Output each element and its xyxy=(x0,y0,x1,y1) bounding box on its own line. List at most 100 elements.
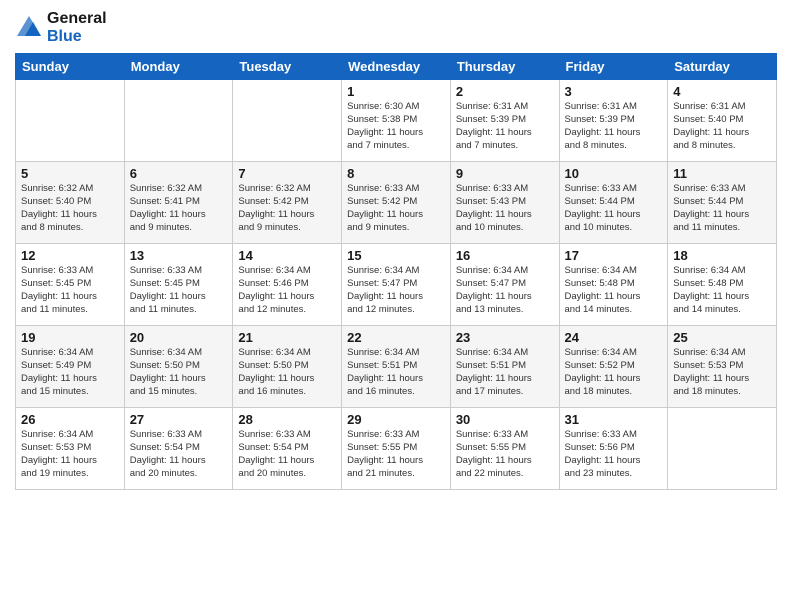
day-info: Sunrise: 6:32 AM Sunset: 5:41 PM Dayligh… xyxy=(130,183,228,234)
day-info: Sunrise: 6:33 AM Sunset: 5:55 PM Dayligh… xyxy=(456,429,554,480)
day-number: 9 xyxy=(456,166,554,181)
day-info: Sunrise: 6:34 AM Sunset: 5:50 PM Dayligh… xyxy=(130,347,228,398)
calendar-cell: 20 Sunrise: 6:34 AM Sunset: 5:50 PM Dayli… xyxy=(124,326,233,408)
calendar-cell: 13 Sunrise: 6:33 AM Sunset: 5:45 PM Dayli… xyxy=(124,244,233,326)
day-number: 17 xyxy=(565,248,663,263)
weekday-header-row: SundayMondayTuesdayWednesdayThursdayFrid… xyxy=(16,54,777,80)
day-info: Sunrise: 6:34 AM Sunset: 5:48 PM Dayligh… xyxy=(565,265,663,316)
calendar-cell xyxy=(16,80,125,162)
weekday-header: Sunday xyxy=(16,54,125,80)
calendar-cell: 4 Sunrise: 6:31 AM Sunset: 5:40 PM Daylig… xyxy=(668,80,777,162)
day-info: Sunrise: 6:34 AM Sunset: 5:47 PM Dayligh… xyxy=(456,265,554,316)
logo: General Blue xyxy=(15,10,107,45)
weekday-header: Monday xyxy=(124,54,233,80)
day-info: Sunrise: 6:34 AM Sunset: 5:49 PM Dayligh… xyxy=(21,347,119,398)
calendar-cell: 11 Sunrise: 6:33 AM Sunset: 5:44 PM Dayli… xyxy=(668,162,777,244)
day-info: Sunrise: 6:32 AM Sunset: 5:40 PM Dayligh… xyxy=(21,183,119,234)
calendar-cell: 18 Sunrise: 6:34 AM Sunset: 5:48 PM Dayli… xyxy=(668,244,777,326)
day-info: Sunrise: 6:34 AM Sunset: 5:51 PM Dayligh… xyxy=(347,347,445,398)
day-number: 2 xyxy=(456,84,554,99)
logo-icon xyxy=(15,14,43,42)
day-number: 23 xyxy=(456,330,554,345)
day-info: Sunrise: 6:31 AM Sunset: 5:39 PM Dayligh… xyxy=(565,101,663,152)
day-number: 27 xyxy=(130,412,228,427)
weekday-header: Friday xyxy=(559,54,668,80)
logo-text: General Blue xyxy=(47,10,107,45)
calendar-cell: 22 Sunrise: 6:34 AM Sunset: 5:51 PM Dayli… xyxy=(342,326,451,408)
calendar-cell: 24 Sunrise: 6:34 AM Sunset: 5:52 PM Dayli… xyxy=(559,326,668,408)
day-number: 20 xyxy=(130,330,228,345)
calendar-cell: 30Sunrise: 6:33 AM Sunset: 5:55 PM Dayli… xyxy=(450,408,559,490)
day-number: 14 xyxy=(238,248,336,263)
day-info: Sunrise: 6:34 AM Sunset: 5:52 PM Dayligh… xyxy=(565,347,663,398)
day-info: Sunrise: 6:33 AM Sunset: 5:45 PM Dayligh… xyxy=(130,265,228,316)
day-info: Sunrise: 6:34 AM Sunset: 5:46 PM Dayligh… xyxy=(238,265,336,316)
day-info: Sunrise: 6:33 AM Sunset: 5:56 PM Dayligh… xyxy=(565,429,663,480)
calendar-cell: 3 Sunrise: 6:31 AM Sunset: 5:39 PM Daylig… xyxy=(559,80,668,162)
day-info: Sunrise: 6:33 AM Sunset: 5:45 PM Dayligh… xyxy=(21,265,119,316)
day-number: 8 xyxy=(347,166,445,181)
calendar-cell: 14 Sunrise: 6:34 AM Sunset: 5:46 PM Dayli… xyxy=(233,244,342,326)
day-number: 5 xyxy=(21,166,119,181)
day-info: Sunrise: 6:33 AM Sunset: 5:54 PM Dayligh… xyxy=(130,429,228,480)
calendar-week-row: 1Sunrise: 6:30 AM Sunset: 5:38 PM Daylig… xyxy=(16,80,777,162)
calendar-week-row: 12 Sunrise: 6:33 AM Sunset: 5:45 PM Dayli… xyxy=(16,244,777,326)
day-number: 26 xyxy=(21,412,119,427)
calendar-cell: 19 Sunrise: 6:34 AM Sunset: 5:49 PM Dayli… xyxy=(16,326,125,408)
calendar-cell: 31 Sunrise: 6:33 AM Sunset: 5:56 PM Dayli… xyxy=(559,408,668,490)
day-info: Sunrise: 6:34 AM Sunset: 5:53 PM Dayligh… xyxy=(21,429,119,480)
day-number: 4 xyxy=(673,84,771,99)
day-number: 3 xyxy=(565,84,663,99)
day-info: Sunrise: 6:34 AM Sunset: 5:51 PM Dayligh… xyxy=(456,347,554,398)
day-info: Sunrise: 6:31 AM Sunset: 5:39 PM Dayligh… xyxy=(456,101,554,152)
day-number: 28 xyxy=(238,412,336,427)
day-info: Sunrise: 6:34 AM Sunset: 5:47 PM Dayligh… xyxy=(347,265,445,316)
day-number: 24 xyxy=(565,330,663,345)
day-info: Sunrise: 6:33 AM Sunset: 5:55 PM Dayligh… xyxy=(347,429,445,480)
calendar-table: SundayMondayTuesdayWednesdayThursdayFrid… xyxy=(15,53,777,490)
calendar-cell: 16 Sunrise: 6:34 AM Sunset: 5:47 PM Dayli… xyxy=(450,244,559,326)
day-info: Sunrise: 6:33 AM Sunset: 5:54 PM Dayligh… xyxy=(238,429,336,480)
calendar-cell: 17 Sunrise: 6:34 AM Sunset: 5:48 PM Dayli… xyxy=(559,244,668,326)
day-info: Sunrise: 6:33 AM Sunset: 5:44 PM Dayligh… xyxy=(673,183,771,234)
calendar-cell: 7Sunrise: 6:32 AM Sunset: 5:42 PM Daylig… xyxy=(233,162,342,244)
day-number: 16 xyxy=(456,248,554,263)
calendar-week-row: 19 Sunrise: 6:34 AM Sunset: 5:49 PM Dayli… xyxy=(16,326,777,408)
calendar-cell: 2 Sunrise: 6:31 AM Sunset: 5:39 PM Daylig… xyxy=(450,80,559,162)
header: General Blue xyxy=(15,10,777,45)
day-info: Sunrise: 6:33 AM Sunset: 5:42 PM Dayligh… xyxy=(347,183,445,234)
day-number: 11 xyxy=(673,166,771,181)
day-number: 22 xyxy=(347,330,445,345)
day-number: 12 xyxy=(21,248,119,263)
calendar-cell: 6 Sunrise: 6:32 AM Sunset: 5:41 PM Daylig… xyxy=(124,162,233,244)
day-info: Sunrise: 6:34 AM Sunset: 5:48 PM Dayligh… xyxy=(673,265,771,316)
weekday-header: Thursday xyxy=(450,54,559,80)
day-number: 31 xyxy=(565,412,663,427)
day-info: Sunrise: 6:34 AM Sunset: 5:53 PM Dayligh… xyxy=(673,347,771,398)
calendar-cell: 21Sunrise: 6:34 AM Sunset: 5:50 PM Dayli… xyxy=(233,326,342,408)
calendar-cell xyxy=(124,80,233,162)
day-number: 1 xyxy=(347,84,445,99)
calendar-cell: 26 Sunrise: 6:34 AM Sunset: 5:53 PM Dayli… xyxy=(16,408,125,490)
day-number: 25 xyxy=(673,330,771,345)
day-number: 29 xyxy=(347,412,445,427)
day-number: 13 xyxy=(130,248,228,263)
calendar-cell: 9Sunrise: 6:33 AM Sunset: 5:43 PM Daylig… xyxy=(450,162,559,244)
calendar-cell: 15 Sunrise: 6:34 AM Sunset: 5:47 PM Dayli… xyxy=(342,244,451,326)
day-number: 15 xyxy=(347,248,445,263)
calendar-cell: 23 Sunrise: 6:34 AM Sunset: 5:51 PM Dayli… xyxy=(450,326,559,408)
day-number: 18 xyxy=(673,248,771,263)
day-info: Sunrise: 6:31 AM Sunset: 5:40 PM Dayligh… xyxy=(673,101,771,152)
calendar-cell xyxy=(233,80,342,162)
day-number: 7 xyxy=(238,166,336,181)
page: General Blue SundayMondayTuesdayWednesda… xyxy=(0,0,792,612)
calendar-week-row: 26 Sunrise: 6:34 AM Sunset: 5:53 PM Dayli… xyxy=(16,408,777,490)
day-number: 10 xyxy=(565,166,663,181)
calendar-cell: 12 Sunrise: 6:33 AM Sunset: 5:45 PM Dayli… xyxy=(16,244,125,326)
day-number: 6 xyxy=(130,166,228,181)
day-number: 21 xyxy=(238,330,336,345)
weekday-header: Wednesday xyxy=(342,54,451,80)
day-number: 19 xyxy=(21,330,119,345)
calendar-cell: 25 Sunrise: 6:34 AM Sunset: 5:53 PM Dayli… xyxy=(668,326,777,408)
calendar-cell: 28 Sunrise: 6:33 AM Sunset: 5:54 PM Dayli… xyxy=(233,408,342,490)
